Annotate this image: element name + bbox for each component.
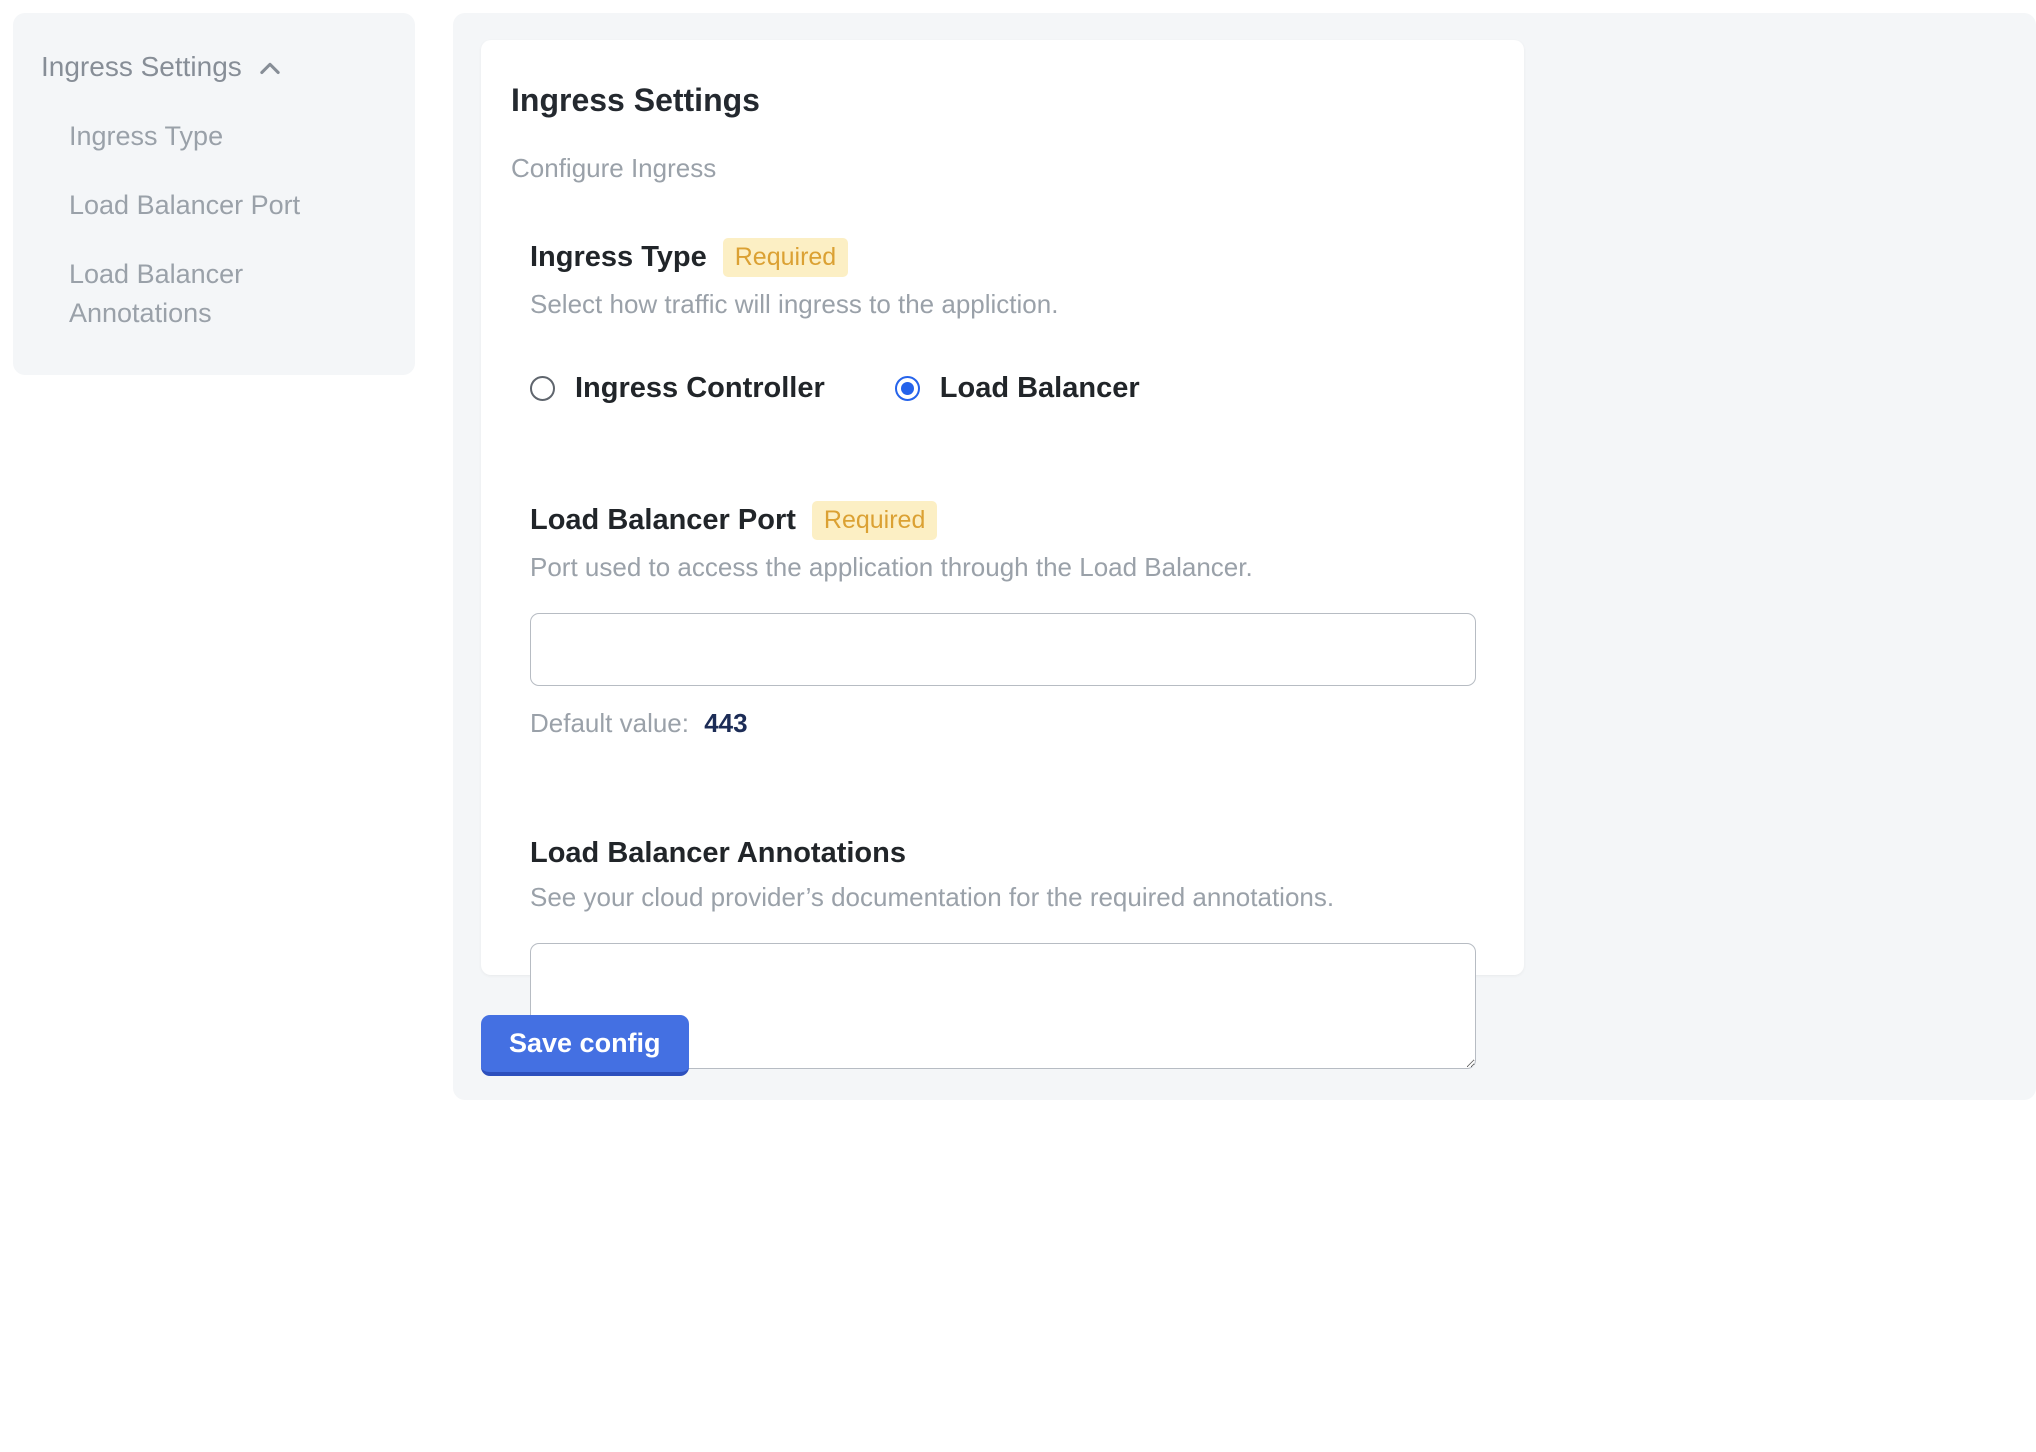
default-value: 443 xyxy=(704,708,747,738)
sidebar-item-load-balancer-annotations[interactable]: Load Balancer Annotations xyxy=(69,255,319,333)
load-balancer-annotations-description: See your cloud provider’s documentation … xyxy=(530,882,1494,913)
ingress-type-description: Select how traffic will ingress to the a… xyxy=(530,289,1494,320)
sidebar-item-load-balancer-port[interactable]: Load Balancer Port xyxy=(69,186,319,225)
chevron-up-icon xyxy=(256,55,284,83)
ingress-type-title: Ingress Type xyxy=(530,241,707,274)
radio-label: Ingress Controller xyxy=(575,372,825,405)
radio-label: Load Balancer xyxy=(940,372,1140,405)
load-balancer-annotations-title: Load Balancer Annotations xyxy=(530,837,906,870)
load-balancer-port-title: Load Balancer Port xyxy=(530,504,796,537)
required-badge: Required xyxy=(723,238,848,277)
save-config-button[interactable]: Save config xyxy=(481,1015,689,1076)
sidebar-item-list: Ingress Type Load Balancer Port Load Bal… xyxy=(41,117,387,334)
radio-icon[interactable] xyxy=(530,376,555,401)
page: Ingress Settings Ingress Type Load Balan… xyxy=(0,0,2036,1452)
main-panel: Ingress Settings Configure Ingress Ingre… xyxy=(453,13,2036,1100)
ingress-settings-card: Ingress Settings Configure Ingress Ingre… xyxy=(481,40,1524,975)
default-value-row: Default value: 443 xyxy=(530,708,1494,739)
ingress-type-radio-group: Ingress Controller Load Balancer xyxy=(530,372,1494,405)
load-balancer-port-description: Port used to access the application thro… xyxy=(530,552,1494,583)
section-load-balancer-port: Load Balancer Port Required Port used to… xyxy=(530,501,1494,739)
load-balancer-port-input[interactable] xyxy=(530,613,1476,686)
page-subtitle: Configure Ingress xyxy=(511,153,1494,184)
radio-option-load-balancer[interactable]: Load Balancer xyxy=(895,372,1140,405)
sidebar-section-ingress-settings[interactable]: Ingress Settings xyxy=(41,51,387,83)
sidebar-section-label: Ingress Settings xyxy=(41,51,242,83)
default-value-label: Default value: xyxy=(530,708,689,738)
sidebar-item-ingress-type[interactable]: Ingress Type xyxy=(69,117,319,156)
radio-icon[interactable] xyxy=(895,376,920,401)
radio-option-ingress-controller[interactable]: Ingress Controller xyxy=(530,372,825,405)
page-title: Ingress Settings xyxy=(511,82,1494,119)
settings-sidebar: Ingress Settings Ingress Type Load Balan… xyxy=(13,13,415,375)
required-badge: Required xyxy=(812,501,937,540)
section-ingress-type: Ingress Type Required Select how traffic… xyxy=(530,238,1494,405)
